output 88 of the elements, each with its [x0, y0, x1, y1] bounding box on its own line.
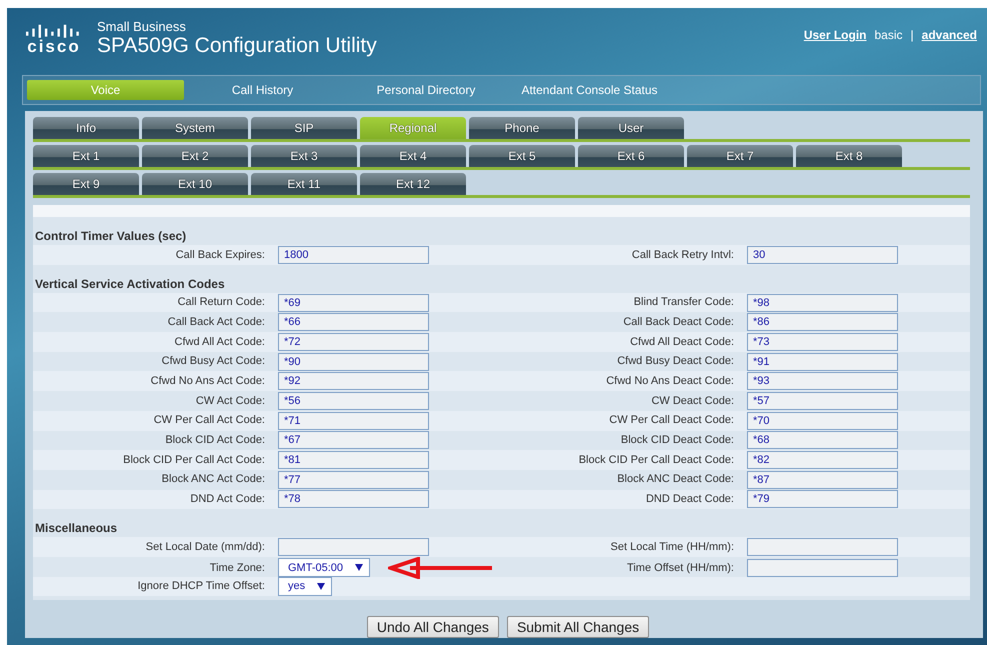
field-label: Call Back Retry Intvl: [630, 248, 734, 263]
field-label: Cfwd All Act Code: [174, 334, 265, 350]
input-field[interactable]: *87 [747, 470, 898, 489]
field-label: CW Act Code: [194, 394, 265, 409]
header-text: basic [874, 27, 903, 44]
field-label: Ignore DHCP Time Offset: [136, 579, 265, 594]
tab[interactable]: Ext 6 [578, 145, 684, 167]
field-label: Cfwd All Deact Code: [629, 334, 734, 350]
field-label: CW Deact Code: [650, 394, 734, 409]
brand-subtitle: Small Business [97, 20, 187, 34]
field-label: Cfwd Busy Act Code: [160, 354, 265, 370]
input-field[interactable]: *67 [278, 431, 429, 450]
tab[interactable]: Ext 3 [251, 145, 357, 167]
input-field[interactable]: 1800 [278, 246, 429, 264]
nav-tab[interactable]: Personal Directory [341, 80, 511, 100]
field-label: Cfwd Busy Deact Code: [616, 354, 734, 370]
input-field[interactable]: *69 [278, 294, 429, 312]
tab[interactable]: System [142, 117, 248, 139]
action-button[interactable]: Submit All Changes [506, 616, 650, 638]
input-field[interactable]: 30 [747, 246, 898, 264]
field-label: Call Back Act Code: [166, 314, 265, 330]
tab[interactable]: Ext 9 [33, 173, 139, 195]
field-label: Call Back Deact Code: [622, 314, 734, 330]
header-link[interactable]: advanced [922, 26, 977, 44]
field-label: Block CID Act Code: [164, 433, 265, 448]
input-field[interactable] [747, 538, 898, 556]
field-label: Block CID Per Call Deact Code: [578, 452, 734, 468]
input-field[interactable]: *73 [747, 332, 898, 351]
field-label: Call Back Expires: [174, 248, 265, 263]
action-button[interactable]: Undo All Changes [366, 616, 499, 638]
input-field[interactable]: *92 [278, 372, 429, 390]
tab[interactable]: Ext 8 [796, 145, 902, 167]
input-field[interactable]: *71 [278, 412, 429, 430]
field-label: Block CID Per Call Act Code: [122, 452, 265, 468]
tab[interactable]: User [578, 117, 684, 139]
input-field[interactable]: *98 [747, 294, 898, 312]
tab[interactable]: Phone [469, 117, 575, 139]
input-field[interactable]: *77 [278, 470, 429, 489]
field-label: CW Per Call Act Code: [152, 413, 265, 428]
dropdown[interactable]: GMT-05:00 [278, 558, 370, 578]
field-label: Call Return Code: [176, 295, 265, 310]
field-label: Time Zone: [208, 560, 265, 576]
field-label: Time Offset (HH/mm): [626, 560, 734, 576]
field-label: Set Local Date (mm/dd): [144, 540, 265, 555]
tab[interactable]: Ext 4 [360, 145, 466, 167]
tab[interactable]: Ext 10 [142, 173, 248, 195]
field-label: CW Per Call Deact Code: [608, 413, 734, 428]
input-field[interactable]: *66 [278, 313, 429, 332]
input-field[interactable]: *79 [747, 490, 898, 508]
tab[interactable]: Ext 1 [33, 145, 139, 167]
input-field[interactable]: *57 [747, 392, 898, 410]
field-label: DND Act Code: [189, 492, 265, 508]
input-field[interactable] [278, 538, 429, 556]
tab[interactable]: Ext 2 [142, 145, 248, 167]
logo-wordmark: cisco [27, 38, 81, 55]
input-field[interactable] [747, 558, 898, 577]
tab[interactable]: Info [33, 117, 139, 139]
field-label: Block ANC Deact Code: [616, 472, 734, 488]
input-field[interactable]: *86 [747, 313, 898, 332]
input-field[interactable]: *91 [747, 352, 898, 371]
tab[interactable]: Ext 5 [469, 145, 575, 167]
dropdown[interactable]: yes [278, 576, 332, 596]
input-field[interactable]: *72 [278, 332, 429, 351]
nav-tab[interactable]: Call History [184, 80, 341, 100]
field-label: Cfwd No Ans Act Code: [150, 374, 265, 390]
input-field[interactable]: *82 [747, 451, 898, 470]
header-text: | [910, 27, 914, 44]
input-field[interactable]: *81 [278, 451, 429, 470]
input-field[interactable]: *56 [278, 392, 429, 410]
tab[interactable]: Ext 7 [687, 145, 793, 167]
tab[interactable]: Ext 12 [360, 173, 466, 195]
field-label: Blind Transfer Code: [632, 295, 734, 310]
tab[interactable]: SIP [251, 117, 357, 139]
field-label: Cfwd No Ans Deact Code: [605, 374, 734, 390]
caret-icon [355, 564, 364, 572]
input-field[interactable]: *90 [278, 352, 429, 371]
caret-icon [317, 582, 326, 590]
header-link[interactable]: User Login [804, 26, 866, 44]
field-label: DND Deact Code: [644, 492, 734, 508]
app-title: SPA509G Configuration Utility [97, 34, 377, 58]
input-field[interactable]: *68 [747, 431, 898, 450]
field-label: Block ANC Act Code: [160, 472, 265, 488]
input-field[interactable]: *70 [747, 412, 898, 430]
field-label: Set Local Time (HH/mm): [610, 540, 734, 555]
input-field[interactable]: *93 [747, 372, 898, 390]
input-field[interactable]: *78 [278, 490, 429, 508]
tab[interactable]: Ext 11 [251, 173, 357, 195]
field-label: Block CID Deact Code: [620, 433, 734, 448]
